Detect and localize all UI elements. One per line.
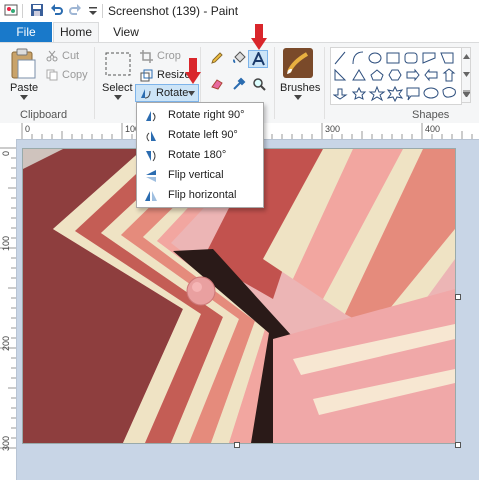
redo-icon[interactable] bbox=[68, 3, 82, 17]
vruler-mark-300: 300 bbox=[1, 436, 11, 452]
group-separator-3 bbox=[274, 47, 275, 119]
undo-icon[interactable] bbox=[50, 3, 64, 17]
shapes-gallery[interactable] bbox=[330, 47, 462, 105]
flip-vertical-menu-item[interactable]: Flip vertical bbox=[137, 166, 263, 185]
shapes-expand-icon[interactable] bbox=[463, 90, 470, 97]
flip-vertical-icon bbox=[146, 170, 156, 182]
ribbon-tabs: File Home View bbox=[0, 22, 479, 42]
flip-horizontal-label: Flip horizontal bbox=[168, 189, 237, 201]
paste-button[interactable]: Paste bbox=[10, 82, 38, 94]
tab-home[interactable]: Home bbox=[53, 22, 99, 42]
copy-icon[interactable] bbox=[46, 69, 58, 81]
rotate-left-label: Rotate left 90° bbox=[168, 129, 238, 141]
title-bar: Screenshot (139) - Paint bbox=[0, 0, 479, 23]
paste-dropdown-icon[interactable] bbox=[20, 95, 28, 101]
title-separator bbox=[22, 4, 23, 18]
cut-button[interactable]: Cut bbox=[62, 50, 79, 62]
color-picker-icon[interactable] bbox=[232, 77, 246, 91]
vruler-mark-100: 100 bbox=[1, 236, 11, 252]
cut-icon[interactable] bbox=[46, 50, 58, 62]
rotate-icon bbox=[141, 89, 151, 99]
red-arrow-text-icon bbox=[251, 24, 267, 50]
crop-icon[interactable] bbox=[140, 50, 153, 63]
shapes-scrollbar[interactable] bbox=[461, 47, 471, 103]
flip-vertical-label: Flip vertical bbox=[168, 169, 224, 181]
select-icon[interactable] bbox=[104, 51, 132, 77]
shapes-grid[interactable] bbox=[333, 50, 459, 102]
rotate-button[interactable]: Rotate bbox=[135, 84, 199, 102]
brushes-dropdown-icon[interactable] bbox=[294, 95, 302, 101]
pencil-icon[interactable] bbox=[210, 51, 224, 65]
crop-button[interactable]: Crop bbox=[157, 50, 181, 62]
vertical-ruler-ticks bbox=[0, 147, 16, 449]
fill-bucket-icon[interactable] bbox=[232, 51, 246, 65]
title-separator-2 bbox=[102, 4, 103, 18]
magnifier-icon[interactable] bbox=[252, 77, 266, 91]
rotate-right-label: Rotate right 90° bbox=[168, 109, 245, 121]
rotate-180-label: Rotate 180° bbox=[168, 149, 227, 161]
shapes-scroll-up-icon[interactable] bbox=[463, 54, 470, 59]
clipboard-group-label: Clipboard bbox=[20, 109, 68, 121]
shapes-scroll-down-icon[interactable] bbox=[463, 72, 470, 77]
vruler-mark-200: 200 bbox=[1, 336, 11, 352]
customize-toolbar-icon[interactable] bbox=[86, 3, 100, 17]
select-button[interactable]: Select bbox=[102, 82, 133, 94]
window-title: Screenshot (139) - Paint bbox=[108, 4, 239, 18]
rotate-right-icon bbox=[146, 111, 156, 122]
red-arrow-rotate-icon bbox=[185, 58, 201, 84]
resize-icon[interactable] bbox=[140, 69, 153, 82]
rotate-left-menu-item[interactable]: Rotate left 90° bbox=[137, 126, 263, 145]
eraser-icon[interactable] bbox=[210, 77, 224, 91]
brushes-icon[interactable] bbox=[283, 48, 313, 78]
vruler-mark-0: 0 bbox=[1, 151, 11, 157]
select-dropdown-icon[interactable] bbox=[114, 95, 122, 101]
rotate-dropdown-icon[interactable] bbox=[188, 91, 195, 96]
shapes-group-label: Shapes bbox=[412, 109, 450, 121]
canvas-resize-handle-bottom[interactable] bbox=[234, 442, 240, 448]
canvas-resize-handle-right[interactable] bbox=[455, 294, 461, 300]
vertical-ruler: 0 100 200 300 bbox=[0, 139, 17, 480]
rotate-180-menu-item[interactable]: Rotate 180° bbox=[137, 146, 263, 165]
paint-app-icon bbox=[4, 4, 18, 16]
flip-horizontal-icon bbox=[145, 191, 157, 201]
rotate-180-icon bbox=[146, 150, 156, 162]
rotate-label: Rotate bbox=[156, 87, 189, 99]
tab-view[interactable]: View bbox=[106, 22, 146, 42]
canvas-resize-handle-corner[interactable] bbox=[455, 442, 461, 448]
paste-icon[interactable] bbox=[9, 48, 37, 80]
ruler-mark-400: 400 bbox=[425, 124, 441, 134]
rotate-right-menu-item[interactable]: Rotate right 90° bbox=[137, 106, 263, 125]
flip-horizontal-menu-item[interactable]: Flip horizontal bbox=[137, 186, 263, 205]
ruler-mark-0: 0 bbox=[25, 124, 31, 134]
tab-file[interactable]: File bbox=[0, 22, 52, 42]
rotate-menu: Rotate right 90° Rotate left 90° Rotate … bbox=[136, 102, 264, 208]
brushes-button[interactable]: Brushes bbox=[280, 82, 320, 94]
text-icon[interactable] bbox=[252, 52, 265, 66]
group-separator bbox=[94, 47, 95, 119]
save-icon[interactable] bbox=[30, 3, 44, 17]
rotate-left-icon bbox=[146, 131, 156, 142]
copy-button[interactable]: Copy bbox=[62, 69, 88, 81]
text-tool-highlight[interactable] bbox=[248, 50, 268, 68]
group-separator-4 bbox=[324, 47, 325, 119]
ruler-mark-300: 300 bbox=[325, 124, 341, 134]
